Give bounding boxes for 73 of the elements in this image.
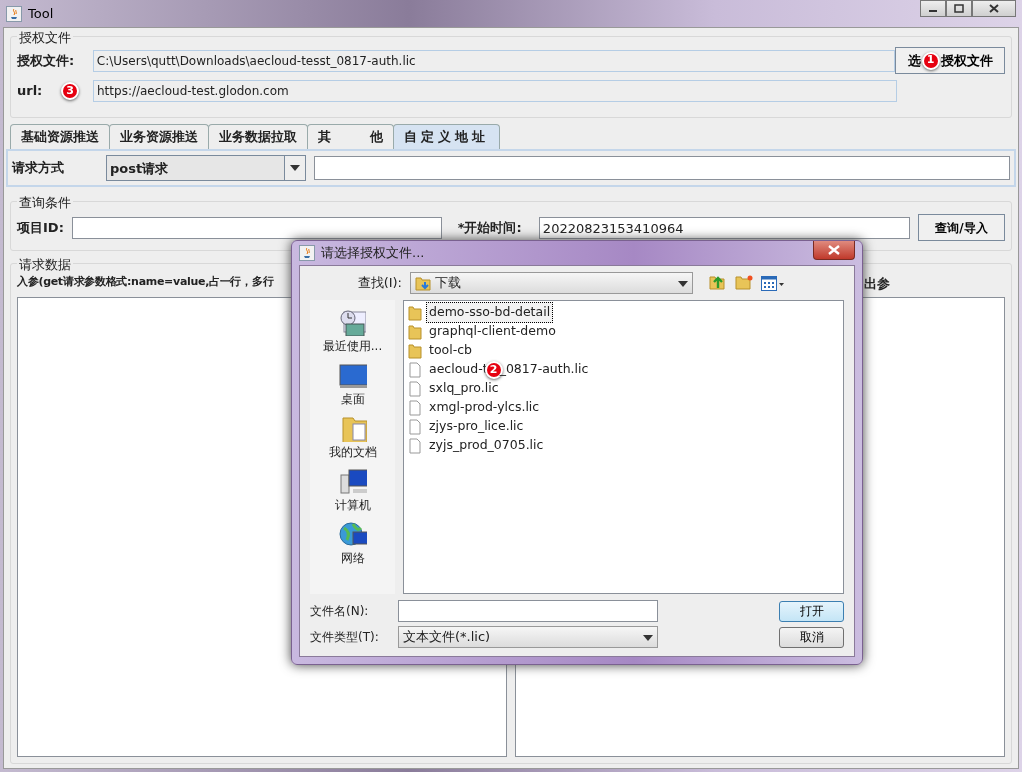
close-button[interactable] [972,0,1016,17]
sidebar-place[interactable]: 我的文档 [328,414,377,461]
sidebar-place[interactable]: 计算机 [334,467,371,514]
java-cup-icon [6,5,22,22]
new-folder-button[interactable] [735,273,753,293]
monitor-icon [338,361,367,389]
field-label: *开始时间: [457,218,523,237]
new-folder-icon [735,274,753,293]
close-icon [828,245,840,255]
field-label: 文件名(N): [310,603,370,620]
field-label: 请求方式 [12,158,65,177]
file-icon [408,361,422,378]
field-label: 授权文件: [17,51,76,70]
file-name-field[interactable] [398,600,658,622]
file-item[interactable]: zyjs_prod_0705.lic [408,436,839,455]
maximize-button[interactable] [946,0,972,17]
field-label: url: [17,82,44,101]
field-label: 出参 [864,274,890,293]
clock-icon [338,308,367,336]
maximize-icon [954,4,964,13]
sidebar-place[interactable]: 网络 [338,520,367,567]
sidebar-place[interactable]: 最近使用... [322,308,383,355]
annotation-marker: 1 [921,51,940,70]
file-item[interactable]: zjys-pro_lice.lic [408,417,839,436]
field-label: 文件类型(T): [310,629,380,646]
method-dropdown[interactable]: post请求 [106,154,306,181]
file-item[interactable]: tool-cb [408,341,839,360]
file-icon [408,418,422,435]
file-type-dropdown[interactable]: 文本文件(*.lic) [398,626,658,648]
file-path-field[interactable]: C:\Users\qutt\Downloads\aecloud-tesst_0817-auth.lic [92,49,896,72]
file-icon [408,399,422,416]
grid-view-icon [761,275,785,292]
dialog-title: 请选择授权文件... [321,244,425,263]
sidebar-place[interactable]: 桌面 [338,361,367,408]
dropdown-arrow-icon [290,164,300,171]
close-icon [989,4,999,13]
up-folder-button[interactable] [709,273,727,293]
window-title: Tool [28,4,54,23]
tab[interactable]: 基础资源推送 [10,124,110,149]
globe-icon [338,520,367,548]
folder-dropdown[interactable]: 下载 [410,272,693,294]
file-item[interactable]: xmgl-prod-ylcs.lic [408,398,839,417]
file-item[interactable]: sxlq_pro.lic [408,379,839,398]
dropdown-arrow-icon [678,280,688,287]
open-button[interactable]: 打开 [779,600,844,622]
folder-icon [408,342,422,359]
folder-icon [415,275,431,291]
dropdown-arrow-icon [643,634,653,641]
java-cup-icon [299,245,315,261]
url-field[interactable]: https://aecloud-test.glodon.com [93,80,897,102]
file-icon [408,380,422,397]
close-button[interactable] [813,241,855,260]
folder-icon [408,323,422,340]
annotation-marker: 3 [61,82,79,100]
field-label: 入参(get请求参数格式:name=value,占一行，多行 [17,273,274,290]
choose-file-button[interactable]: 选 1 授权文件 [895,47,1005,74]
cancel-button[interactable]: 取消 [779,626,844,648]
minimize-button[interactable] [920,0,946,17]
computer-icon [338,467,367,495]
field-label: 查找(I): [356,274,402,293]
file-icon [408,437,422,454]
up-folder-icon [709,274,727,293]
file-item[interactable]: aecloud-t 2 _0817-auth.lic [408,360,839,379]
file-item[interactable]: demo-sso-bd-detail [408,303,839,322]
query-button[interactable]: 查询/导入 [917,214,1005,241]
folder-icon [408,304,422,321]
start-time-field[interactable]: 20220823153410964 [538,216,910,239]
address-field[interactable] [314,155,1010,180]
project-id-field[interactable] [71,216,442,239]
file-item[interactable]: graphql-client-demo [408,322,839,341]
field-label: 项目ID: [17,218,64,237]
tab[interactable]: 自定义地址 [393,124,500,149]
view-menu-button[interactable] [761,274,785,292]
